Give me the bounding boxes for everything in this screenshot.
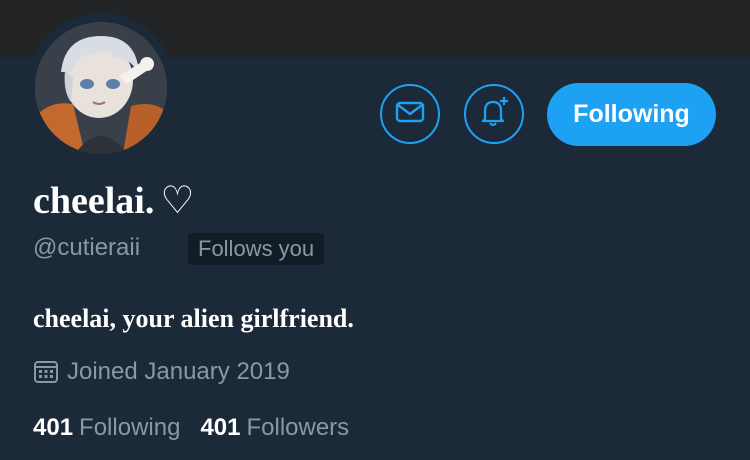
calendar-icon: [33, 360, 59, 384]
followers-stat[interactable]: 401 Followers: [200, 414, 349, 442]
following-count: 401: [33, 414, 74, 441]
notifications-button[interactable]: [464, 84, 524, 144]
followers-count: 401: [200, 414, 241, 441]
joined-date: Joined January 2019: [33, 358, 290, 386]
follows-you-badge: Follows you: [188, 233, 325, 265]
profile-bio: cheelai, your alien girlfriend.: [33, 304, 354, 333]
following-label: Following: [79, 414, 181, 441]
following-stat[interactable]: 401 Following: [33, 414, 180, 442]
avatar[interactable]: [35, 22, 167, 154]
user-handle: @cutieraii: [33, 234, 141, 261]
profile-stats: 401 Following 401 Followers: [33, 414, 369, 442]
bell-plus-icon: [476, 94, 512, 135]
display-name-text: cheelai.: [33, 180, 155, 222]
heart-glyph: ♡: [160, 180, 195, 222]
joined-text: Joined January 2019: [67, 358, 290, 385]
followers-label: Followers: [246, 414, 350, 441]
avatar-image: [35, 22, 167, 154]
following-button[interactable]: Following: [547, 83, 716, 146]
message-button[interactable]: [380, 84, 440, 144]
mail-icon: [395, 100, 425, 129]
display-name: cheelai. ♡: [33, 178, 194, 223]
